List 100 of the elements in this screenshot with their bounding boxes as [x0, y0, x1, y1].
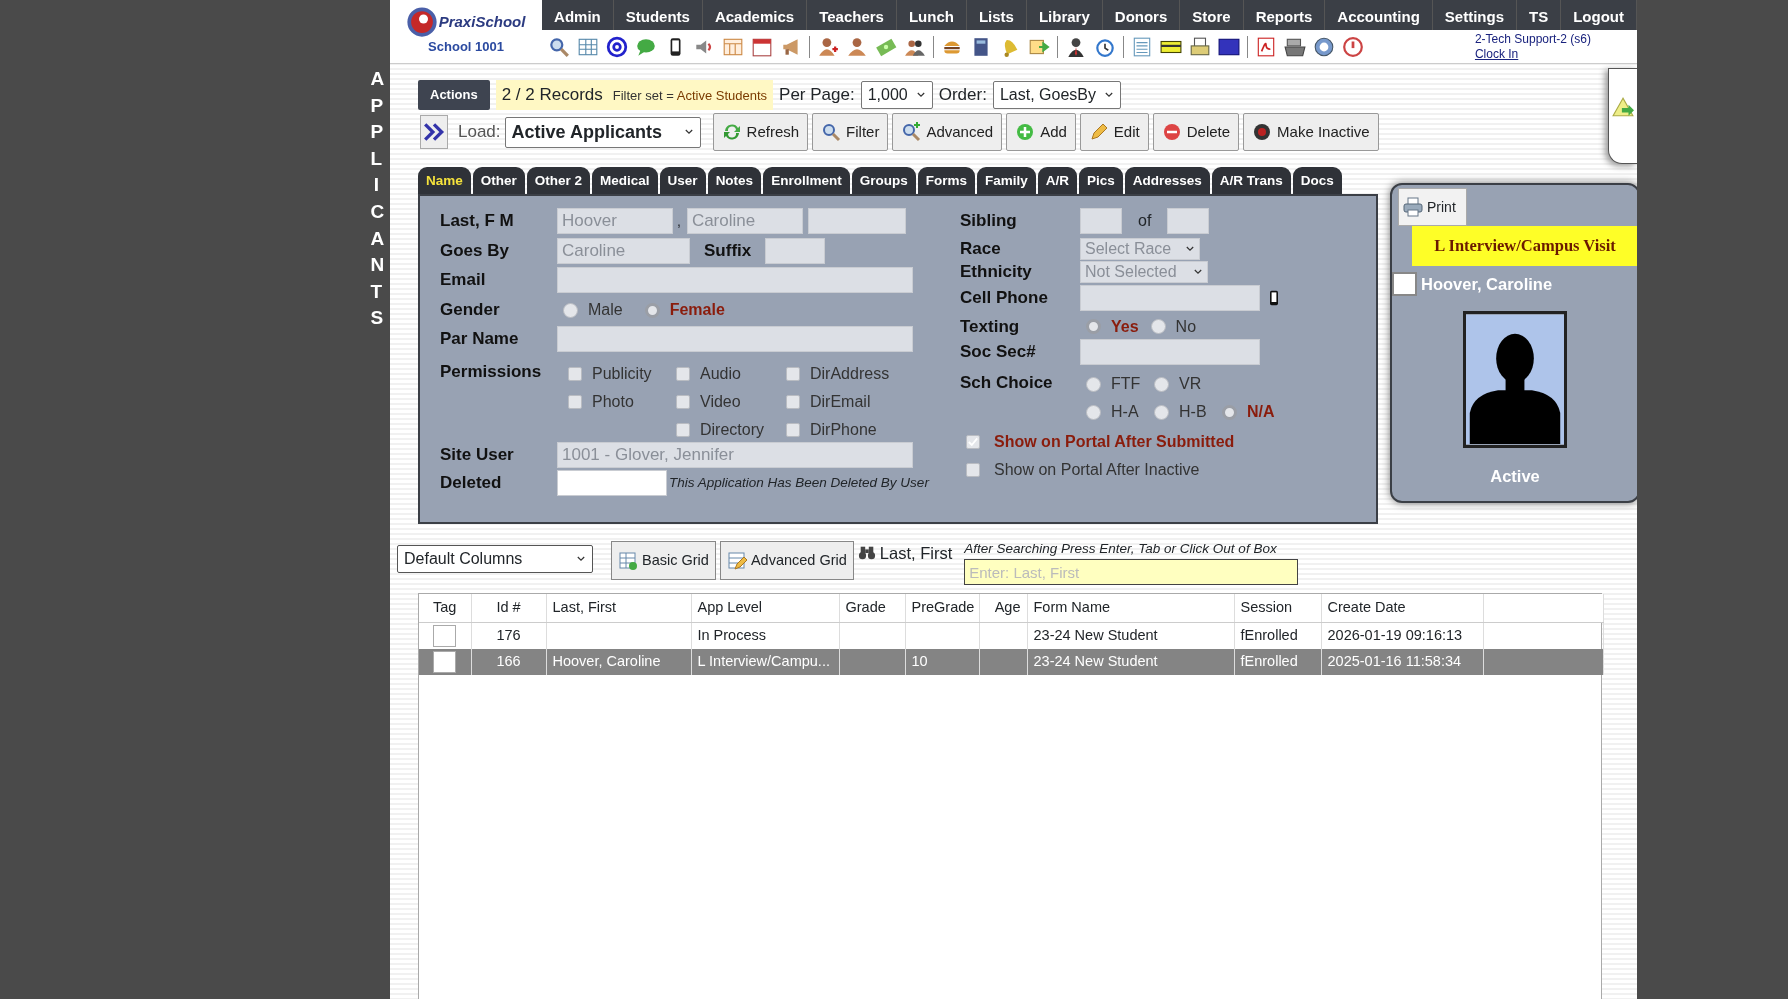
checkbox[interactable]	[966, 435, 980, 449]
print-button[interactable]: Print	[1398, 188, 1467, 226]
tab[interactable]: A/R	[1037, 166, 1077, 194]
checkbox[interactable]	[786, 367, 800, 381]
printer-icon[interactable]	[1189, 35, 1212, 58]
table-cell: In Process	[697, 626, 766, 643]
tab[interactable]: Forms	[917, 166, 975, 194]
tab[interactable]: Groups	[851, 166, 916, 194]
clock-in-link[interactable]: Clock In	[1474, 46, 1519, 61]
nav-menu-item[interactable]: Reports	[1243, 0, 1326, 30]
order-select[interactable]: Last, GoesBy	[992, 81, 1121, 109]
nav-menu-item[interactable]: Lunch	[896, 0, 967, 30]
tab[interactable]: Addresses	[1124, 166, 1210, 194]
tab[interactable]: Medical	[592, 166, 658, 194]
tab[interactable]: Enrollment	[763, 166, 850, 194]
tab[interactable]: Family	[976, 166, 1036, 194]
checkbox[interactable]	[568, 367, 582, 381]
nav-menu-item[interactable]: Library	[1026, 0, 1103, 30]
radio-button[interactable]	[1086, 376, 1101, 392]
search-icon[interactable]	[548, 35, 571, 58]
tab[interactable]: A/R Trans	[1211, 166, 1291, 194]
nav-menu-item[interactable]: Donors	[1102, 0, 1181, 30]
column-header[interactable]: Last, First	[546, 594, 691, 623]
per-page-select[interactable]: 1,000	[860, 81, 933, 109]
basic-grid-button[interactable]: Basic Grid	[611, 541, 716, 580]
checkbox[interactable]	[433, 624, 457, 647]
checkbox[interactable]	[786, 423, 800, 437]
nav-menu-item[interactable]: Accounting	[1325, 0, 1433, 30]
expand-button[interactable]	[420, 115, 448, 149]
filter-button[interactable]: Filter	[812, 113, 889, 151]
tab[interactable]: Pics	[1078, 166, 1123, 194]
middle-initial-field[interactable]	[807, 208, 906, 234]
checkbox[interactable]	[676, 367, 690, 381]
nav-menu-item[interactable]: Teachers	[807, 0, 897, 30]
radio-button[interactable]	[1222, 404, 1237, 420]
radio-button[interactable]	[1086, 319, 1101, 334]
nav-menu-item[interactable]: TS	[1517, 0, 1562, 30]
advanced-grid-button[interactable]: Advanced Grid	[719, 541, 854, 580]
logo[interactable]: PraxiSchool School 1001	[390, 0, 543, 63]
sibling-field[interactable]	[1080, 208, 1122, 234]
cell-phone-field[interactable]	[1080, 285, 1260, 311]
tab[interactable]: User	[659, 166, 706, 194]
column-header[interactable]: App Level	[691, 594, 839, 623]
nav-menu-item[interactable]: Store	[1180, 0, 1244, 30]
actions-button[interactable]: Actions	[418, 80, 490, 110]
nav-menu-item[interactable]: Admin	[542, 0, 614, 30]
nav-menu-item[interactable]: Settings	[1432, 0, 1517, 30]
radio-button[interactable]	[563, 302, 578, 318]
column-header[interactable]: Tag	[419, 594, 471, 623]
deleted-field[interactable]	[557, 470, 667, 496]
tab[interactable]: Notes	[707, 166, 762, 194]
nav-menu-item[interactable]: Lists	[966, 0, 1027, 30]
soc-sec-field[interactable]	[1080, 339, 1260, 365]
checkbox[interactable]	[1392, 272, 1417, 297]
radio-button[interactable]	[1154, 404, 1169, 420]
suffix-field[interactable]	[765, 237, 826, 264]
add-button[interactable]: Add	[1006, 113, 1076, 151]
column-header[interactable]: Age	[979, 594, 1027, 623]
refresh-button[interactable]: Refresh	[712, 113, 809, 151]
nav-menu-item[interactable]: Academics	[702, 0, 808, 30]
search-field[interactable]: Enter: Last, First	[964, 559, 1299, 586]
person-add-icon[interactable]	[817, 35, 840, 58]
table-add-icon	[618, 550, 638, 571]
radio-button[interactable]	[644, 302, 660, 318]
checkbox[interactable]	[676, 395, 690, 409]
person-icon[interactable]	[846, 35, 869, 58]
column-header[interactable]: Grade	[839, 594, 905, 623]
tab[interactable]: Other 2	[526, 166, 591, 194]
radio-button[interactable]	[1150, 319, 1166, 334]
side-tab[interactable]	[1608, 68, 1637, 164]
edit-button[interactable]: Edit	[1079, 113, 1149, 151]
column-header[interactable]: PreGrade	[905, 594, 979, 623]
deleted-note: This Application Has Been Deleted By User	[669, 473, 929, 492]
column-header[interactable]: Form Name	[1027, 594, 1234, 623]
option-label: Yes	[1111, 316, 1139, 337]
radio-button[interactable]	[1086, 404, 1101, 420]
checkbox[interactable]	[433, 650, 457, 673]
parent-name-field[interactable]	[557, 326, 913, 352]
table-row[interactable]: 176 In Process 23-24 New Student fEnrolled 2026-01-19 09:16:13	[419, 622, 1603, 649]
checkbox[interactable]	[786, 395, 800, 409]
column-header[interactable]: Create Date	[1321, 594, 1483, 623]
email-field[interactable]	[557, 267, 913, 293]
tab[interactable]: Docs	[1292, 166, 1342, 194]
sibling-total-field[interactable]	[1167, 208, 1210, 234]
table-row[interactable]: 166 Hoover, Caroline L Interview/Campu... 10 23-24 New Student fEnrolled 2025-01-16 11:58:34	[419, 648, 1603, 675]
delete-button[interactable]: Delete	[1152, 113, 1240, 151]
column-header[interactable]: Session	[1234, 594, 1321, 623]
columns-select[interactable]: Default Columns	[397, 545, 593, 573]
nav-menu-item[interactable]: Students	[613, 0, 703, 30]
checkbox[interactable]	[966, 463, 980, 477]
radio-button[interactable]	[1154, 376, 1169, 392]
advanced-button[interactable]: Advanced	[892, 113, 1003, 151]
tab[interactable]: Other	[472, 166, 525, 194]
checkbox[interactable]	[676, 423, 690, 437]
table-cell: 23-24 New Student	[1033, 626, 1158, 643]
load-select[interactable]: Active Applicants	[504, 116, 701, 148]
power-icon[interactable]	[1342, 35, 1365, 58]
checkbox[interactable]	[568, 395, 582, 409]
tab[interactable]: Name	[418, 166, 471, 194]
column-header[interactable]: Id #	[471, 594, 546, 623]
